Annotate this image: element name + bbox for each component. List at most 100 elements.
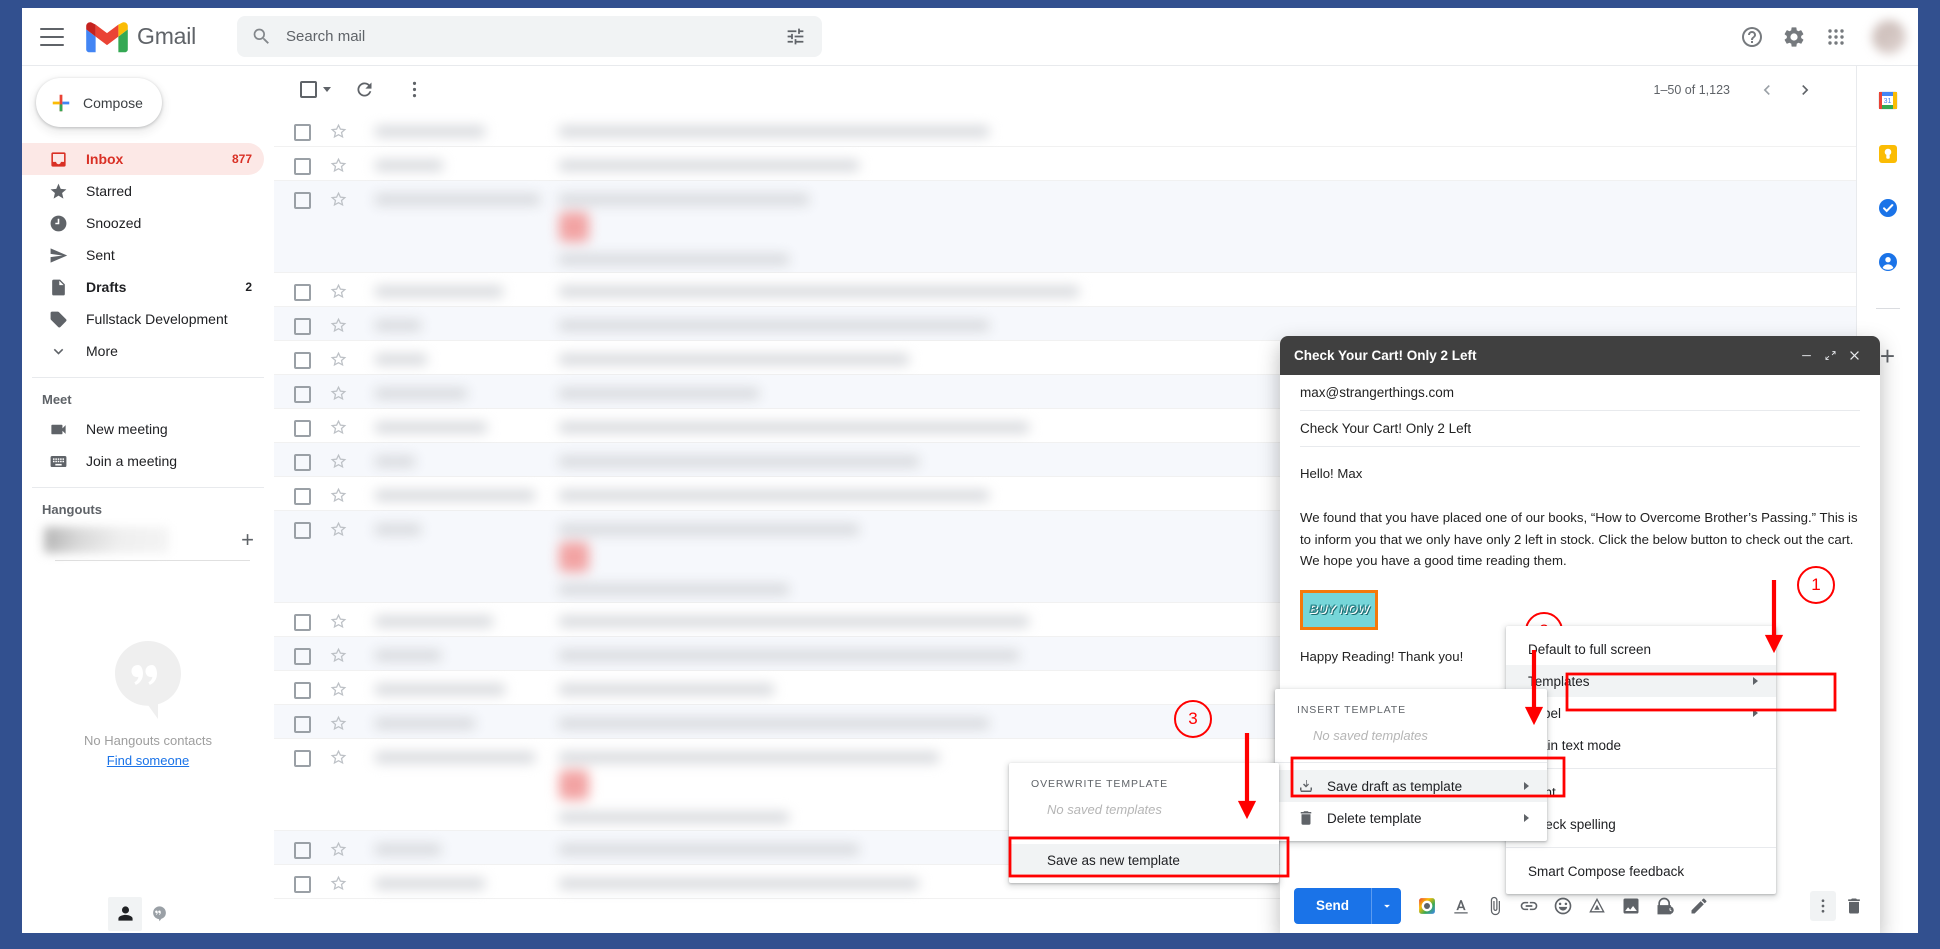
row-star-icon[interactable] (329, 840, 349, 864)
row-star-icon[interactable] (329, 748, 349, 772)
hangouts-toggle-button[interactable] (142, 897, 176, 931)
google-calendar-icon[interactable]: 31 (1876, 88, 1900, 112)
row-checkbox[interactable] (294, 716, 311, 733)
more-options-button[interactable] (397, 73, 431, 107)
plus-icon[interactable]: + (241, 529, 254, 551)
templates-submenu[interactable]: INSERT TEMPLATE No saved templates Save … (1275, 689, 1547, 841)
sidebar-item-join-meeting[interactable]: Join a meeting (22, 445, 264, 477)
row-star-icon[interactable] (329, 874, 349, 898)
buy-now-button[interactable]: BUY NOW (1300, 590, 1378, 630)
sidebar-item-snoozed[interactable]: Snoozed (22, 207, 264, 239)
send-options-button[interactable] (1371, 888, 1401, 924)
menu-item-delete-template[interactable]: Delete template (1275, 802, 1547, 834)
add-app-button[interactable]: + (1880, 343, 1895, 369)
row-star-icon[interactable] (329, 156, 349, 180)
table-row[interactable] (274, 273, 1856, 307)
previous-page-button[interactable] (1750, 73, 1784, 107)
row-star-icon[interactable] (329, 646, 349, 670)
table-row[interactable] (274, 147, 1856, 181)
avatar[interactable] (1872, 20, 1906, 54)
row-star-icon[interactable] (329, 714, 349, 738)
compose-header[interactable]: Check Your Cart! Only 2 Left (1280, 336, 1880, 375)
row-checkbox[interactable] (294, 124, 311, 141)
send-button[interactable]: Send (1294, 888, 1371, 924)
main-menu-icon[interactable] (40, 28, 64, 46)
row-checkbox[interactable] (294, 284, 311, 301)
formatting-color-icon[interactable] (1415, 894, 1439, 918)
row-checkbox[interactable] (294, 352, 311, 369)
gear-icon[interactable] (1782, 25, 1806, 49)
row-star-icon[interactable] (329, 680, 349, 704)
table-row[interactable] (274, 113, 1856, 147)
menu-item-default-to-full-screen[interactable]: Default to full screen (1506, 633, 1776, 665)
row-star-icon[interactable] (329, 350, 349, 374)
row-checkbox[interactable] (294, 614, 311, 631)
menu-item-save-draft-as-template[interactable]: Save draft as template (1275, 770, 1547, 802)
help-icon[interactable] (1740, 25, 1764, 49)
compose-more-options-button[interactable] (1810, 891, 1836, 921)
row-checkbox[interactable] (294, 682, 311, 699)
google-tasks-icon[interactable] (1876, 196, 1900, 220)
sidebar-item-inbox[interactable]: Inbox 877 (22, 143, 264, 175)
next-page-button[interactable] (1788, 73, 1822, 107)
row-checkbox[interactable] (294, 318, 311, 335)
row-checkbox[interactable] (294, 842, 311, 859)
row-star-icon[interactable] (329, 122, 349, 146)
attach-file-icon[interactable] (1483, 894, 1507, 918)
sidebar-item-starred[interactable]: Starred (22, 175, 264, 207)
search-bar[interactable] (237, 16, 822, 57)
sidebar-item-fullstack-development[interactable]: Fullstack Development (22, 303, 264, 335)
minimize-icon[interactable] (1794, 344, 1818, 368)
refresh-button[interactable] (347, 73, 381, 107)
row-star-icon[interactable] (329, 316, 349, 340)
fullscreen-icon[interactable] (1818, 344, 1842, 368)
row-checkbox[interactable] (294, 522, 311, 539)
google-contacts-icon[interactable] (1876, 250, 1900, 274)
hangouts-account-row[interactable]: + (22, 523, 274, 557)
row-checkbox[interactable] (294, 488, 311, 505)
select-all-checkbox[interactable] (300, 81, 331, 98)
close-icon[interactable] (1842, 344, 1866, 368)
sidebar-item-more[interactable]: More (22, 335, 264, 367)
insert-signature-icon[interactable] (1687, 894, 1711, 918)
row-checkbox[interactable] (294, 192, 311, 209)
row-checkbox[interactable] (294, 750, 311, 767)
contacts-toggle-button[interactable] (108, 897, 142, 931)
row-checkbox[interactable] (294, 420, 311, 437)
table-row[interactable] (274, 181, 1856, 273)
find-someone-link[interactable]: Find someone (107, 753, 189, 768)
google-keep-icon[interactable] (1876, 142, 1900, 166)
subject-field[interactable]: Check Your Cart! Only 2 Left (1300, 411, 1860, 447)
menu-item-smart-compose-feedback[interactable]: Smart Compose feedback (1506, 855, 1776, 887)
row-star-icon[interactable] (329, 612, 349, 636)
format-text-icon[interactable] (1449, 894, 1473, 918)
row-star-icon[interactable] (329, 520, 349, 544)
google-apps-grid-icon[interactable] (1824, 25, 1848, 49)
search-input[interactable] (284, 27, 785, 46)
google-drive-icon[interactable] (1585, 894, 1609, 918)
gmail-logo[interactable]: Gmail (86, 21, 196, 53)
row-checkbox[interactable] (294, 876, 311, 893)
row-checkbox[interactable] (294, 648, 311, 665)
row-star-icon[interactable] (329, 452, 349, 476)
row-star-icon[interactable] (329, 384, 349, 408)
insert-emoji-icon[interactable] (1551, 894, 1575, 918)
search-options-icon[interactable] (785, 26, 806, 47)
menu-item-save-as-new-template[interactable]: Save as new template (1009, 844, 1279, 876)
row-star-icon[interactable] (329, 486, 349, 510)
row-star-icon[interactable] (329, 418, 349, 442)
row-star-icon[interactable] (329, 282, 349, 306)
confidential-mode-icon[interactable] (1653, 894, 1677, 918)
insert-link-icon[interactable] (1517, 894, 1541, 918)
row-checkbox[interactable] (294, 158, 311, 175)
discard-draft-button[interactable] (1842, 894, 1866, 918)
to-field[interactable]: max@strangerthings.com (1300, 375, 1860, 411)
row-checkbox[interactable] (294, 454, 311, 471)
chevron-down-icon[interactable] (323, 87, 331, 92)
sidebar-item-drafts[interactable]: Drafts 2 (22, 271, 264, 303)
sidebar-item-new-meeting[interactable]: New meeting (22, 413, 264, 445)
insert-photo-icon[interactable] (1619, 894, 1643, 918)
row-star-icon[interactable] (329, 190, 349, 214)
row-checkbox[interactable] (294, 386, 311, 403)
sidebar-item-sent[interactable]: Sent (22, 239, 264, 271)
